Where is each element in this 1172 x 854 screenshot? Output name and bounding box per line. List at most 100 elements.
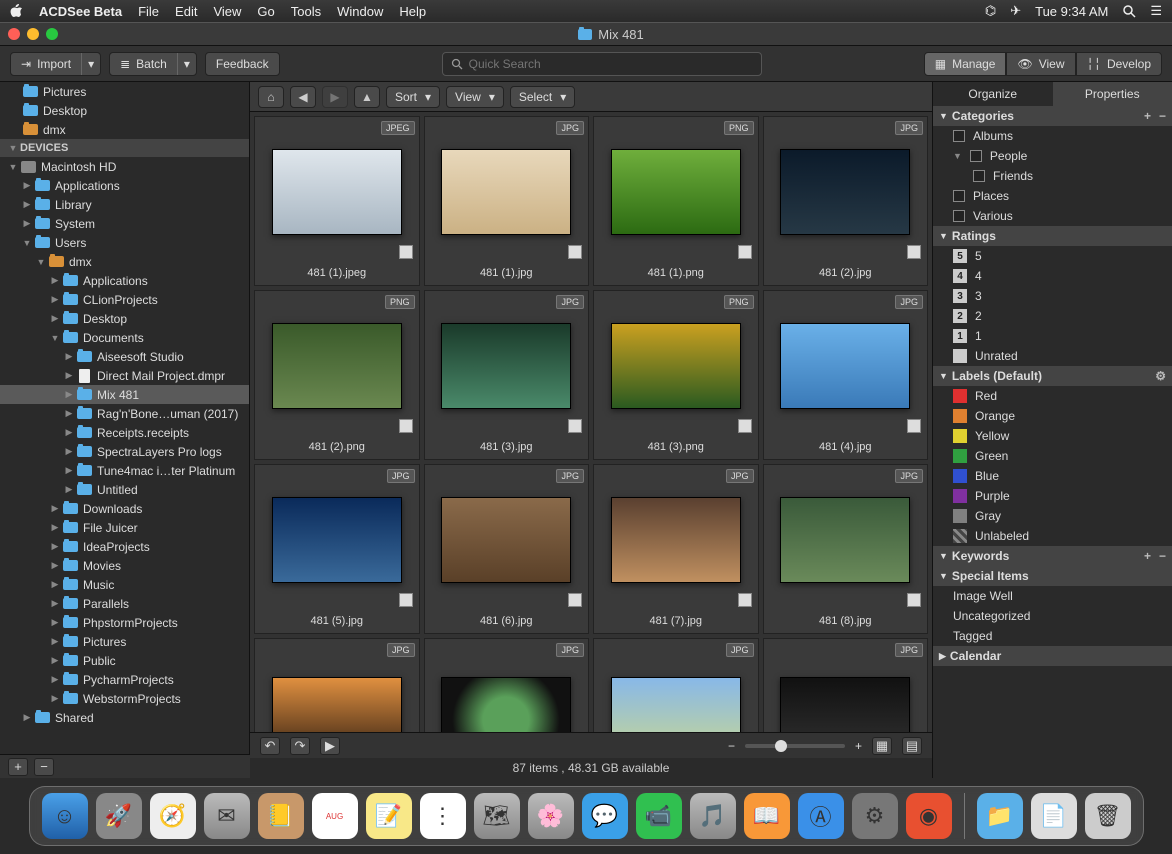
add-icon[interactable]: + <box>1144 109 1151 123</box>
up-button[interactable]: ▲ <box>354 86 380 108</box>
sidebar-tree-item[interactable]: ▶Applications <box>0 176 249 195</box>
sidebar-tree-item[interactable]: ▶Direct Mail Project.dmpr <box>0 366 249 385</box>
category-item[interactable]: Various <box>933 206 1172 226</box>
panel-section-header[interactable]: ▼ Ratings <box>933 226 1172 246</box>
add-icon[interactable]: + <box>1144 549 1151 563</box>
mode-view[interactable]: 👁View <box>1006 52 1075 76</box>
thumbnail-cell[interactable]: JPG 481 (3).jpg <box>424 290 590 460</box>
tab-properties[interactable]: Properties <box>1053 82 1172 106</box>
checkbox[interactable] <box>953 130 965 142</box>
sidebar-tree-item[interactable]: ▶WebstormProjects <box>0 689 249 708</box>
remove-icon[interactable]: − <box>1159 109 1166 123</box>
label-item[interactable]: Yellow <box>933 426 1172 446</box>
forward-button[interactable]: ▶ <box>322 86 348 108</box>
sidebar-tree-item[interactable]: ▼Documents <box>0 328 249 347</box>
sidebar-tree-item[interactable]: ▶Tune4mac i…ter Platinum <box>0 461 249 480</box>
sidebar-favorite[interactable]: Pictures <box>0 82 249 101</box>
category-item[interactable]: Places <box>933 186 1172 206</box>
menu-edit[interactable]: Edit <box>175 4 197 19</box>
sidebar-tree-item[interactable]: ▶Movies <box>0 556 249 575</box>
dock-preferences[interactable]: ⚙ <box>852 793 898 839</box>
category-item[interactable]: Friends <box>933 166 1172 186</box>
remove-icon[interactable]: − <box>1159 549 1166 563</box>
sidebar-favorite[interactable]: dmx <box>0 120 249 139</box>
sidebar-tree-item[interactable]: ▶IdeaProjects <box>0 537 249 556</box>
select-dropdown[interactable]: Select▾ <box>510 86 575 108</box>
select-checkbox[interactable] <box>738 419 752 433</box>
dock-appstore[interactable]: Ⓐ <box>798 793 844 839</box>
sidebar-tree-item[interactable]: ▶Desktop <box>0 309 249 328</box>
panel-section-header[interactable]: ▼ Keywords+− <box>933 546 1172 566</box>
dock-reminders[interactable]: ⋮ <box>420 793 466 839</box>
thumbnail-cell[interactable]: JPEG 481 (1).jpeg <box>254 116 420 286</box>
view-dropdown[interactable]: View▾ <box>446 86 504 108</box>
sidebar-tree-item[interactable]: ▶Applications <box>0 271 249 290</box>
thumbnail-cell[interactable]: JPG 481 (5).jpg <box>254 464 420 634</box>
select-checkbox[interactable] <box>907 419 921 433</box>
notification-center-icon[interactable]: ☰ <box>1150 3 1162 19</box>
select-checkbox[interactable] <box>907 593 921 607</box>
thumbnail-cell[interactable]: JPG 481 (7).jpg <box>593 464 759 634</box>
thumbnail-cell[interactable]: PNG 481 (1).png <box>593 116 759 286</box>
sidebar-tree-item[interactable]: ▶Parallels <box>0 594 249 613</box>
rating-item[interactable]: Unrated <box>933 346 1172 366</box>
play-button[interactable]: ▶ <box>320 737 340 755</box>
spotlight-icon[interactable] <box>1122 4 1136 18</box>
rating-item[interactable]: 44 <box>933 266 1172 286</box>
feedback-button[interactable]: Feedback <box>205 52 280 76</box>
dock-ibooks[interactable]: 📖 <box>744 793 790 839</box>
sidebar-tree-item[interactable]: ▶CLionProjects <box>0 290 249 309</box>
dock-finder[interactable]: ☺ <box>42 793 88 839</box>
dock-calendar[interactable]: AUG <box>312 793 358 839</box>
thumbnail-cell[interactable]: JPG <box>254 638 420 732</box>
quick-search-box[interactable] <box>442 52 762 76</box>
sidebar-tree-item[interactable]: ▶Music <box>0 575 249 594</box>
search-input[interactable] <box>469 57 753 71</box>
sidebar-tree-item[interactable]: ▼Users <box>0 233 249 252</box>
dock-maps[interactable]: 🗺 <box>474 793 520 839</box>
menu-view[interactable]: View <box>213 4 241 19</box>
rotate-left-button[interactable]: ↶ <box>260 737 280 755</box>
menu-tools[interactable]: Tools <box>291 4 321 19</box>
menu-extra-icon[interactable]: ✈ <box>1010 3 1021 19</box>
rating-item[interactable]: 11 <box>933 326 1172 346</box>
menu-help[interactable]: Help <box>399 4 426 19</box>
zoom-in-icon[interactable]: + <box>855 739 862 753</box>
panel-section-header[interactable]: ▼ Special Items <box>933 566 1172 586</box>
sidebar-tree-item[interactable]: ▶Shared <box>0 708 249 727</box>
dock-itunes[interactable]: 🎵 <box>690 793 736 839</box>
close-window-button[interactable] <box>8 28 20 40</box>
select-checkbox[interactable] <box>907 245 921 259</box>
minimize-window-button[interactable] <box>27 28 39 40</box>
sidebar-tree-item[interactable]: ▶Public <box>0 651 249 670</box>
dock-notes[interactable]: 📝 <box>366 793 412 839</box>
home-button[interactable]: ⌂ <box>258 86 284 108</box>
dock-facetime[interactable]: 📹 <box>636 793 682 839</box>
thumbnail-cell[interactable]: PNG 481 (2).png <box>254 290 420 460</box>
select-checkbox[interactable] <box>738 245 752 259</box>
checkbox[interactable] <box>970 150 982 162</box>
sidebar-tree-item[interactable]: ▶Mix 481 <box>0 385 249 404</box>
dock-photos[interactable]: 🌸 <box>528 793 574 839</box>
menu-window[interactable]: Window <box>337 4 383 19</box>
sidebar-tree-item[interactable]: ▶Untitled <box>0 480 249 499</box>
sidebar-tree-item[interactable]: ▶Rag'n'Bone…uman (2017) <box>0 404 249 423</box>
sidebar-tree-item[interactable]: ▶Downloads <box>0 499 249 518</box>
sidebar-section-header[interactable]: ▼DEVICES <box>0 139 249 157</box>
sidebar-tree-item[interactable]: ▶Aiseesoft Studio <box>0 347 249 366</box>
dock-contacts[interactable]: 📒 <box>258 793 304 839</box>
select-checkbox[interactable] <box>568 419 582 433</box>
rating-item[interactable]: 55 <box>933 246 1172 266</box>
sidebar-tree-item[interactable]: ▶Pictures <box>0 632 249 651</box>
checkbox[interactable] <box>953 210 965 222</box>
dock-mail[interactable]: ✉ <box>204 793 250 839</box>
dock-messages[interactable]: 💬 <box>582 793 628 839</box>
special-item[interactable]: Uncategorized <box>933 606 1172 626</box>
zoom-window-button[interactable] <box>46 28 58 40</box>
special-item[interactable]: Image Well <box>933 586 1172 606</box>
sidebar-tree-item[interactable]: ▶System <box>0 214 249 233</box>
add-folder-button[interactable]: + <box>8 758 28 776</box>
sidebar-favorite[interactable]: Desktop <box>0 101 249 120</box>
label-item[interactable]: Purple <box>933 486 1172 506</box>
sidebar-tree-item[interactable]: ▶SpectraLayers Pro logs <box>0 442 249 461</box>
